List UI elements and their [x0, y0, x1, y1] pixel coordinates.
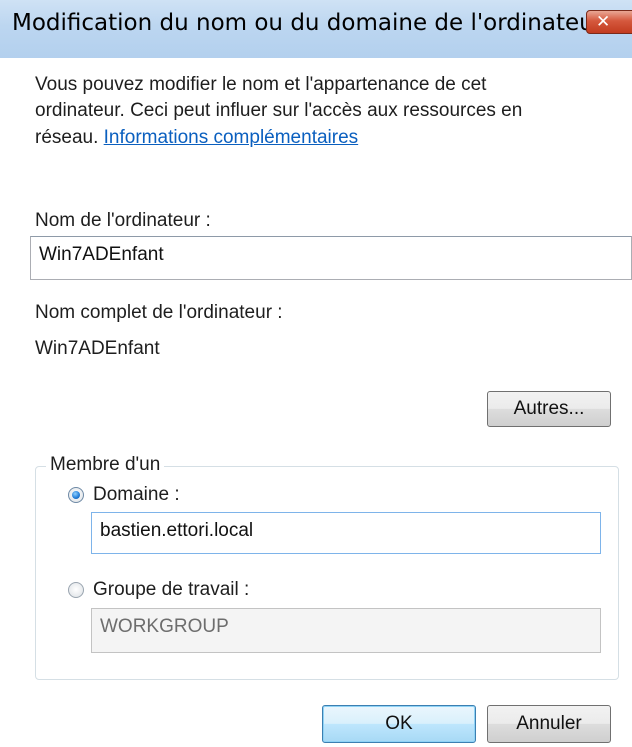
- domain-radio[interactable]: [68, 487, 84, 503]
- computer-name-input[interactable]: Win7ADEnfant: [30, 236, 632, 280]
- intro-line-3-prefix: réseau.: [35, 127, 104, 148]
- full-name-label: Nom complet de l'ordinateur :: [35, 302, 283, 323]
- domain-label[interactable]: Domaine :: [93, 483, 180, 507]
- domain-input[interactable]: bastien.ettori.local: [91, 512, 601, 554]
- close-button[interactable]: ✕: [586, 10, 632, 34]
- member-of-legend: Membre d'un: [46, 453, 165, 477]
- workgroup-label[interactable]: Groupe de travail :: [93, 578, 249, 602]
- cancel-button[interactable]: Annuler: [487, 705, 611, 743]
- title-bar[interactable]: Modification du nom ou du domaine de l'o…: [0, 0, 632, 58]
- full-name-value: Win7ADEnfant: [35, 338, 160, 359]
- computer-name-label: Nom de l'ordinateur :: [35, 210, 211, 231]
- rename-computer-dialog: Modification du nom ou du domaine de l'o…: [0, 0, 632, 747]
- more-button[interactable]: Autres...: [487, 391, 611, 427]
- ok-button[interactable]: OK: [322, 705, 476, 743]
- workgroup-radio[interactable]: [68, 582, 84, 598]
- intro-line-2: ordinateur. Ceci peut influer sur l'accè…: [35, 100, 523, 121]
- close-icon: ✕: [596, 12, 611, 32]
- more-info-link[interactable]: Informations complémentaires: [104, 127, 359, 148]
- window-title: Modification du nom ou du domaine de l'o…: [12, 10, 604, 36]
- workgroup-input: WORKGROUP: [91, 608, 601, 653]
- intro-line-3: réseau. Informations complémentaires: [35, 126, 358, 150]
- intro-line-1: Vous pouvez modifier le nom et l'apparte…: [35, 74, 487, 95]
